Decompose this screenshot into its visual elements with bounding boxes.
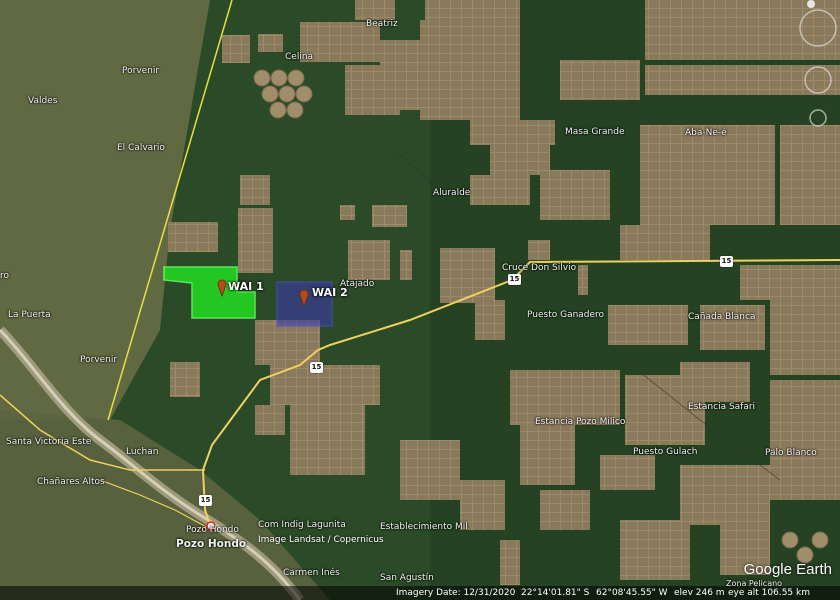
place-label: Santa Victoria Este bbox=[6, 437, 92, 447]
place-label: Establecimiento Mil bbox=[380, 522, 468, 532]
route-shield: 15 bbox=[310, 362, 323, 373]
place-label: Puesto Gulach bbox=[633, 447, 698, 457]
place-label: La Puerta bbox=[8, 310, 51, 320]
map-view[interactable]: Beatriz Celina Porvenir Valdes El Calvar… bbox=[0, 0, 840, 600]
place-label: Estancia Safari bbox=[688, 402, 756, 412]
place-label: Valdes bbox=[28, 96, 58, 106]
imagery-date: Imagery Date: 12/31/2020 bbox=[396, 588, 516, 598]
place-label: Cruce Don Silvio bbox=[502, 263, 577, 273]
place-label: Puesto Ganadero bbox=[527, 310, 605, 320]
place-label: Carmen Inés bbox=[283, 568, 340, 578]
place-label: Chañares Altos bbox=[37, 477, 105, 487]
latitude: 22°14'01.81" S bbox=[521, 588, 590, 598]
place-label: Luchan bbox=[126, 447, 159, 457]
google-earth-logo: Google Earth bbox=[743, 561, 832, 578]
wai1-label[interactable]: WAI 1 bbox=[228, 280, 264, 293]
place-label: ro bbox=[0, 271, 10, 281]
place-label: Masa Grande bbox=[565, 127, 625, 137]
place-label: Palo Blanco bbox=[765, 448, 817, 458]
status-bar: Imagery Date: 12/31/2020 22°14'01.81" S … bbox=[0, 586, 840, 600]
place-label: Beatriz bbox=[366, 19, 398, 29]
wai2-label[interactable]: WAI 2 bbox=[312, 286, 348, 299]
place-label: Pozo Hondo bbox=[186, 525, 239, 535]
eye-altitude: eye alt 106.55 km bbox=[728, 588, 810, 598]
route-shield: 15 bbox=[199, 495, 212, 506]
place-label: El Calvario bbox=[117, 143, 165, 153]
place-label: Com Indig Lagunita bbox=[258, 520, 346, 530]
place-label: Porvenir bbox=[80, 355, 118, 365]
satellite-imagery bbox=[0, 0, 840, 600]
imagery-credit: Image Landsat / Copernicus bbox=[258, 535, 384, 545]
place-label: San Agustín bbox=[380, 573, 434, 583]
route-shield: 15 bbox=[720, 256, 733, 267]
longitude: 62°08'45.55" W bbox=[596, 588, 668, 598]
place-label: Aba-Ne-é bbox=[685, 128, 727, 138]
route-shield: 15 bbox=[508, 274, 521, 285]
place-label: Aluralde bbox=[433, 188, 471, 198]
place-label: Estancia Pozo Milico bbox=[535, 417, 626, 427]
place-label: Cañada Blanca bbox=[688, 312, 756, 322]
place-label: Porvenir bbox=[122, 66, 160, 76]
place-label: Celina bbox=[285, 52, 314, 62]
elevation: elev 246 m bbox=[674, 588, 725, 598]
place-label-major: Pozo Hondo bbox=[176, 538, 247, 550]
